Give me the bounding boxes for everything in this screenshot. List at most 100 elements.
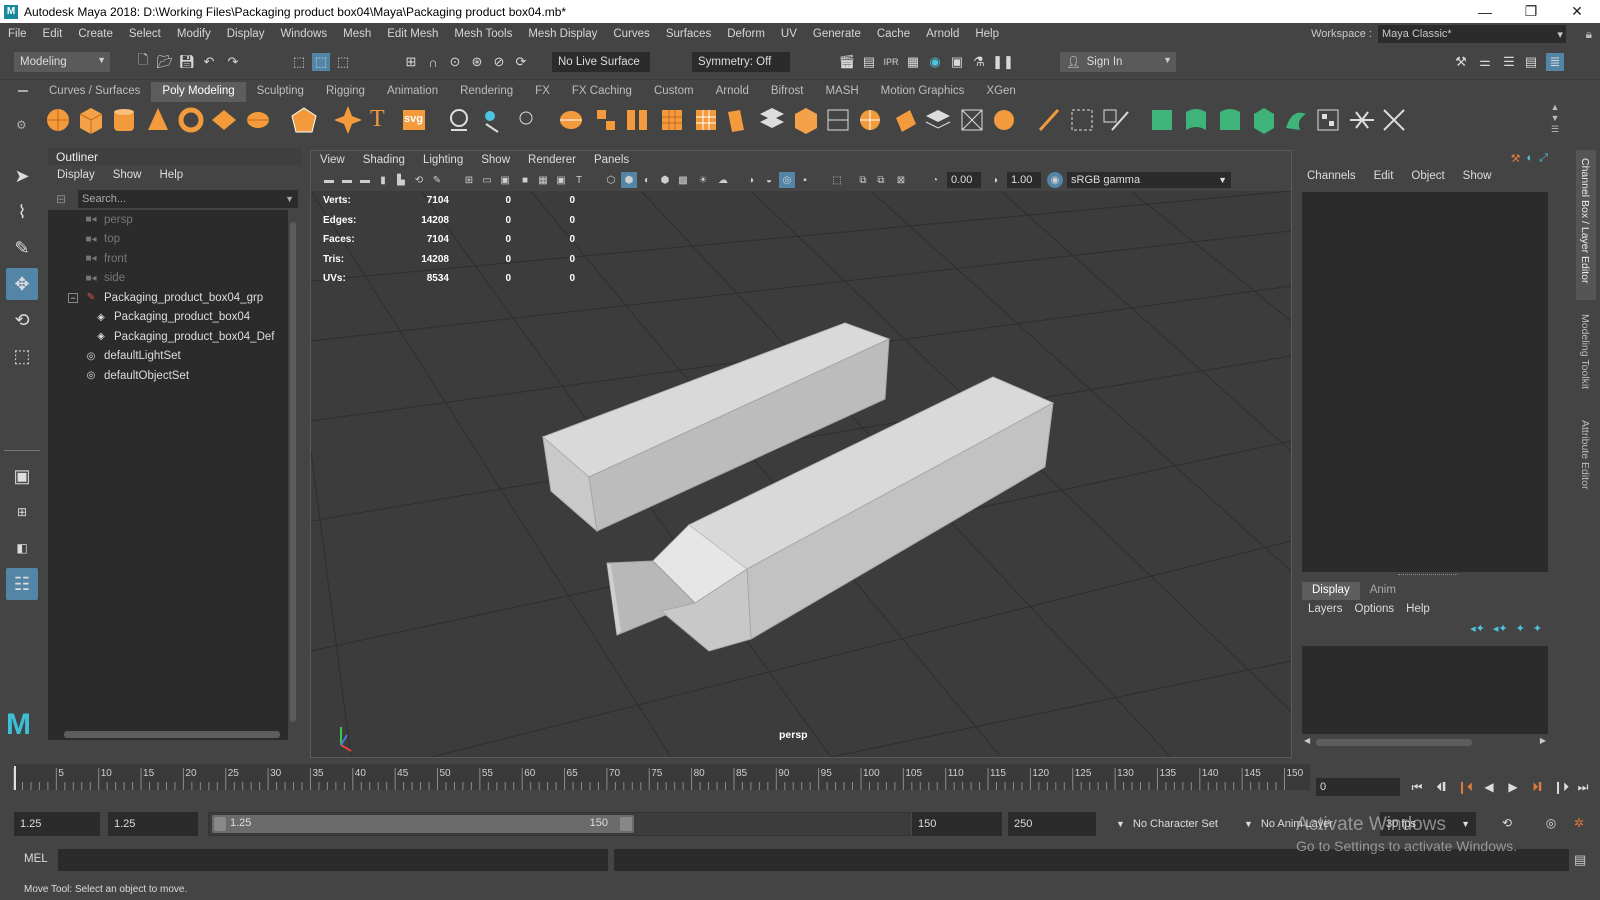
insert-loop-icon[interactable]	[1071, 109, 1093, 131]
bridge-icon[interactable]	[597, 110, 615, 130]
poly-cone-icon[interactable]	[148, 108, 168, 130]
persp-outliner-layout-icon[interactable]: ◧	[6, 532, 38, 564]
isolate-icon[interactable]: ⬚	[829, 172, 845, 188]
edit-menu[interactable]: Edit	[1365, 170, 1403, 182]
menu-generate[interactable]: Generate	[805, 28, 869, 40]
panel-splitter[interactable]	[1398, 574, 1458, 576]
shelf-tab-curves-surfaces[interactable]: Curves / Surfaces	[38, 82, 151, 102]
go-to-start-icon[interactable]: ⏮	[1406, 776, 1428, 798]
uv-cylindrical-icon[interactable]	[1186, 109, 1206, 130]
snap-surface-icon[interactable]: ⊘	[490, 53, 508, 71]
snap-point-icon[interactable]: ⊙	[446, 53, 464, 71]
help-menu[interactable]: Help	[1400, 603, 1436, 615]
poly-torus-icon[interactable]	[178, 107, 204, 133]
current-time-marker[interactable]	[14, 766, 16, 790]
snap-curve-icon[interactable]: ∩	[424, 53, 442, 71]
menu-create[interactable]: Create	[70, 28, 121, 40]
select-object-icon[interactable]: ⬚	[312, 53, 330, 71]
range-handle-right[interactable]	[620, 817, 632, 831]
four-view-layout-icon[interactable]: ⊞	[6, 496, 38, 528]
tree-item-lightset[interactable]: ◎ defaultLightSet	[84, 347, 181, 366]
go-to-end-icon[interactable]: ⏭	[1572, 776, 1594, 798]
float-panel-icon[interactable]: ⤢	[1539, 152, 1548, 165]
camera-attributes-icon[interactable]: ▬	[357, 172, 373, 188]
gamma-icon[interactable]: ◑	[987, 172, 1003, 188]
tree-item-front[interactable]: ■◂ front	[84, 249, 127, 268]
outliner-menu-help[interactable]: Help	[151, 169, 193, 181]
poly-cylinder-icon[interactable]	[114, 109, 134, 131]
combine-icon[interactable]	[450, 109, 468, 131]
smooth-icon[interactable]	[728, 110, 744, 132]
motion-blur-icon[interactable]: ⊠	[893, 172, 909, 188]
command-input[interactable]	[58, 849, 608, 871]
script-editor-icon[interactable]: ▤	[1574, 852, 1586, 868]
object-menu[interactable]: Object	[1402, 170, 1453, 182]
resolution-gate-icon[interactable]: ▣	[497, 172, 513, 188]
shadows-icon[interactable]: ☀	[695, 172, 711, 188]
shelf-tab-bifrost[interactable]: Bifrost	[760, 82, 815, 102]
super-shape-icon[interactable]	[334, 106, 362, 134]
animation-preferences-icon[interactable]: ✲	[1568, 812, 1590, 834]
target-weld-icon[interactable]	[860, 110, 880, 130]
menu-edit-mesh[interactable]: Edit Mesh	[379, 28, 446, 40]
ipr-render-icon[interactable]: ▤	[860, 53, 878, 71]
step-forward-frame-icon[interactable]: ❙⏵	[1550, 776, 1572, 798]
menu-edit[interactable]: Edit	[35, 28, 71, 40]
screen-space-aa-icon[interactable]: ▪	[797, 172, 813, 188]
new-layer-icon[interactable]: ✦	[1516, 622, 1525, 635]
menu-deform[interactable]: Deform	[719, 28, 773, 40]
outliner-vertical-scrollbar[interactable]	[288, 210, 298, 740]
uv-cut-icon[interactable]	[1350, 111, 1374, 129]
textured-icon[interactable]: ⬢	[657, 172, 673, 188]
tree-item-child1[interactable]: ◈ Packaging_product_box04	[94, 308, 250, 327]
texture-frame-icon[interactable]: ⧉	[855, 172, 871, 188]
poly-disc-icon[interactable]	[247, 112, 269, 128]
extrude-icon[interactable]	[560, 111, 582, 129]
show-menu[interactable]: Show	[1454, 170, 1501, 182]
layer-editor-icon[interactable]: ≣	[1546, 53, 1564, 71]
lock-icon[interactable]: 🔒︎	[1586, 27, 1592, 42]
new-layer-selected-icon[interactable]: ✦	[1533, 622, 1542, 635]
layer-tab-anim[interactable]: Anim	[1360, 582, 1406, 600]
menu-display[interactable]: Display	[219, 28, 273, 40]
gate-mask-icon[interactable]: ■	[517, 172, 533, 188]
modeling-toolkit-icon[interactable]: ⚒	[1452, 53, 1470, 71]
close-button[interactable]: ✕	[1554, 0, 1600, 23]
shelf-tab-poly-modeling[interactable]: Poly Modeling	[151, 82, 246, 102]
xray-joints-icon[interactable]: ◒	[761, 172, 777, 188]
start-time-field[interactable]: 1.25	[14, 812, 100, 836]
uv-unfold-icon[interactable]	[1286, 112, 1306, 130]
viewport-menu-shading[interactable]: Shading	[354, 154, 414, 166]
paint-select-tool-icon[interactable]: ✎	[6, 232, 38, 264]
scale-tool-icon[interactable]: ⬚	[6, 340, 38, 372]
menu-uv[interactable]: UV	[773, 28, 805, 40]
character-set-dropdown[interactable]: ▼ No Character Set	[1116, 813, 1238, 835]
shelf-scroll-arrows[interactable]: ▲ ▼ ☰	[1548, 102, 1562, 138]
shelf-tab-sculpting[interactable]: Sculpting	[246, 82, 315, 102]
uv-automatic-icon[interactable]	[1254, 108, 1274, 134]
exposure-field[interactable]: 0.00	[947, 172, 981, 188]
bookmarks-icon[interactable]: ▮	[375, 172, 391, 188]
outliner-menu-display[interactable]: Display	[48, 169, 104, 181]
smooth-shade-icon[interactable]: ⬢	[621, 172, 637, 188]
center-pivot-icon[interactable]	[519, 111, 533, 125]
hypershade-icon[interactable]: ◉	[926, 53, 944, 71]
move-layer-up-icon[interactable]: ◂✦	[1470, 622, 1485, 635]
shelf-tab-fx[interactable]: FX	[524, 82, 561, 102]
colorspace-dropdown[interactable]: sRGB gamma ▼	[1067, 172, 1231, 188]
mirror-icon[interactable]	[961, 109, 983, 131]
step-back-key-icon[interactable]: ❙⏴	[1454, 776, 1476, 798]
select-hierarchy-icon[interactable]: ⬚	[290, 53, 308, 71]
image-plane-icon[interactable]: ▙	[393, 172, 409, 188]
merge-icon[interactable]	[760, 108, 784, 128]
platonic-solid-icon[interactable]	[291, 107, 317, 133]
play-backwards-icon[interactable]: ◀	[1478, 776, 1500, 798]
workspace-dropdown[interactable]: Maya Classic* ▾	[1378, 25, 1566, 43]
step-back-frame-icon[interactable]: ⏴❙	[1430, 776, 1452, 798]
range-handle-left[interactable]	[214, 817, 226, 831]
lock-camera-icon[interactable]: ▬	[339, 172, 355, 188]
offset-loop-icon[interactable]	[1103, 109, 1129, 131]
shelf-tab-rigging[interactable]: Rigging	[315, 82, 376, 102]
append-icon[interactable]	[662, 110, 682, 130]
render-view-icon[interactable]: ▣	[948, 53, 966, 71]
